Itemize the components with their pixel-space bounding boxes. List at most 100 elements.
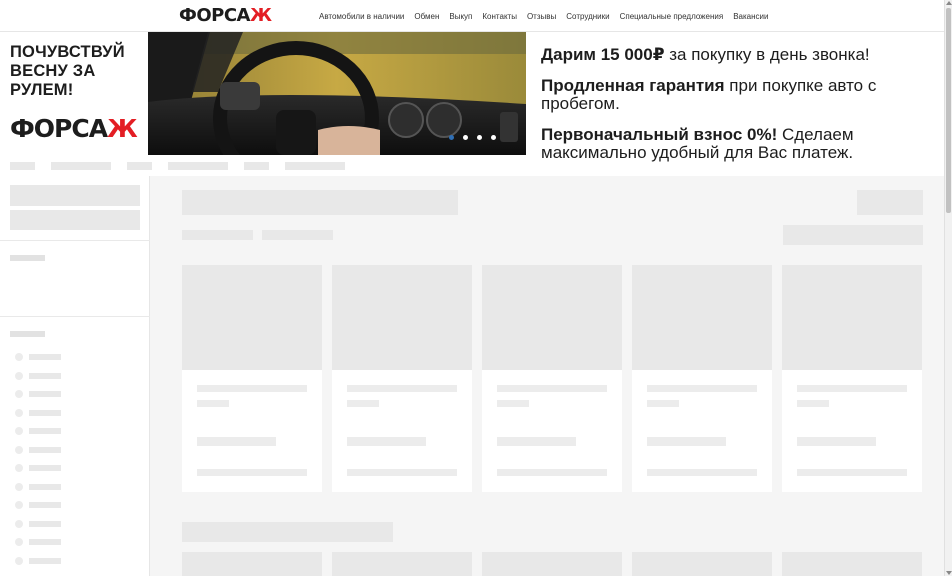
filter-option-placeholder — [29, 465, 61, 471]
offer-extended-warranty: Продленная гарантия при покупке авто с п… — [541, 76, 877, 113]
text-line-placeholder — [347, 400, 379, 407]
section-title-placeholder — [182, 522, 393, 542]
car-card-placeholder[interactable] — [632, 265, 772, 492]
radio-icon[interactable] — [15, 557, 23, 565]
filter-option-placeholder — [29, 354, 61, 360]
app-root: ФОРСА Ж Автомобили в наличии Обмен Выкуп … — [0, 0, 952, 576]
car-card-placeholder[interactable] — [182, 265, 322, 492]
price-placeholder — [497, 437, 576, 446]
text-line-placeholder — [497, 385, 607, 392]
nav-buyout[interactable]: Выкуп — [449, 11, 472, 22]
car-card-placeholder[interactable] — [482, 552, 622, 576]
radio-icon[interactable] — [15, 446, 23, 454]
radio-icon[interactable] — [15, 483, 23, 491]
filter-option-placeholder — [29, 373, 61, 379]
catalog-title-placeholder — [182, 190, 458, 215]
chevron-up-icon[interactable] — [946, 1, 952, 5]
nav-reviews[interactable]: Отзывы — [527, 11, 556, 22]
car-card-placeholder[interactable] — [332, 265, 472, 492]
filter-option-placeholder — [29, 558, 61, 564]
car-image-placeholder — [632, 265, 772, 370]
radio-icon[interactable] — [15, 520, 23, 528]
car-card-placeholder[interactable] — [182, 552, 322, 576]
page-scrollbar[interactable] — [944, 0, 952, 576]
offer-cash-gift: Дарим 15 000₽ за покупку в день звонка! — [541, 45, 870, 64]
text-line-placeholder — [197, 469, 307, 476]
top-navigation: ФОРСА Ж Автомобили в наличии Обмен Выкуп … — [0, 0, 944, 32]
promo-slogan: ПОЧУВСТВУЙ ВЕСНУ ЗА РУЛЕМ! — [10, 43, 125, 99]
tab-placeholder — [51, 162, 111, 170]
filter-option-placeholder — [29, 447, 61, 453]
sidebar-divider — [0, 240, 150, 241]
promo-banner[interactable]: ПОЧУВСТВУЙ ВЕСНУ ЗА РУЛЕМ! ФОРСАЖ Дарим … — [0, 32, 944, 176]
car-card-placeholder[interactable] — [632, 552, 772, 576]
sidebar-divider — [0, 316, 150, 317]
tab-placeholder — [127, 162, 152, 170]
promo-offers: Дарим 15 000₽ за покупку в день звонка! … — [541, 46, 941, 175]
slider-dot-4[interactable] — [491, 135, 496, 140]
sort-select-placeholder — [783, 225, 923, 245]
text-line-placeholder — [497, 469, 607, 476]
text-line-placeholder — [647, 385, 757, 392]
tab-placeholder — [168, 162, 228, 170]
price-placeholder — [647, 437, 726, 446]
filter-option-placeholder — [29, 484, 61, 490]
tab-placeholder — [285, 162, 345, 170]
filter-sidebar-loading — [0, 176, 150, 576]
nav-cars-in-stock[interactable]: Автомобили в наличии — [319, 11, 404, 22]
car-card-placeholder[interactable] — [482, 265, 622, 492]
chevron-down-icon[interactable] — [946, 571, 952, 575]
slider-dots — [449, 135, 496, 140]
car-card-placeholder[interactable] — [782, 552, 922, 576]
filter-option-placeholder — [29, 521, 61, 527]
nav-contacts[interactable]: Контакты — [482, 11, 517, 22]
header-logo[interactable]: ФОРСА Ж — [179, 7, 272, 25]
text-line-placeholder — [347, 469, 457, 476]
text-line-placeholder — [647, 469, 757, 476]
catalog-loading — [150, 176, 944, 576]
scrollbar-thumb[interactable] — [946, 8, 951, 213]
radio-icon[interactable] — [15, 390, 23, 398]
radio-icon[interactable] — [15, 353, 23, 361]
text-line-placeholder — [647, 400, 679, 407]
radio-icon[interactable] — [15, 464, 23, 472]
tab-placeholder — [244, 162, 269, 170]
tab-placeholder — [10, 162, 35, 170]
catalog-action-placeholder — [857, 190, 923, 215]
text-line-placeholder — [197, 385, 307, 392]
text-line-placeholder — [197, 400, 229, 407]
promo-logo: ФОРСАЖ — [10, 114, 138, 143]
radio-icon[interactable] — [15, 501, 23, 509]
catalog-meta-placeholder — [262, 230, 333, 240]
car-card-placeholder[interactable] — [782, 265, 922, 492]
nav-trade-in[interactable]: Обмен — [414, 11, 439, 22]
nav-special-offers[interactable]: Специальные предложения — [620, 11, 724, 22]
nav-staff[interactable]: Сотрудники — [566, 11, 609, 22]
radio-icon[interactable] — [15, 372, 23, 380]
filter-option-placeholder — [29, 428, 61, 434]
filter-heading-placeholder — [10, 331, 45, 337]
radio-icon[interactable] — [15, 538, 23, 546]
price-placeholder — [197, 437, 276, 446]
price-placeholder — [347, 437, 426, 446]
car-image-placeholder — [782, 265, 922, 370]
filter-option-placeholder — [29, 539, 61, 545]
text-line-placeholder — [797, 469, 907, 476]
slider-dot-2[interactable] — [463, 135, 468, 140]
car-image-placeholder — [332, 265, 472, 370]
radio-icon[interactable] — [15, 427, 23, 435]
slider-dot-3[interactable] — [477, 135, 482, 140]
price-placeholder — [797, 437, 876, 446]
filter-select-placeholder — [10, 210, 140, 230]
text-line-placeholder — [347, 385, 457, 392]
text-line-placeholder — [797, 400, 829, 407]
car-image-placeholder — [482, 265, 622, 370]
offer-zero-down-payment: Первоначальный взнос 0%! Сделаем максима… — [541, 125, 854, 162]
nav-vacancies[interactable]: Вакансии — [733, 11, 768, 22]
car-image-placeholder — [182, 265, 322, 370]
car-card-placeholder[interactable] — [332, 552, 472, 576]
text-line-placeholder — [797, 385, 907, 392]
radio-icon[interactable] — [15, 409, 23, 417]
filter-option-placeholder — [29, 391, 61, 397]
slider-dot-1[interactable] — [449, 135, 454, 140]
